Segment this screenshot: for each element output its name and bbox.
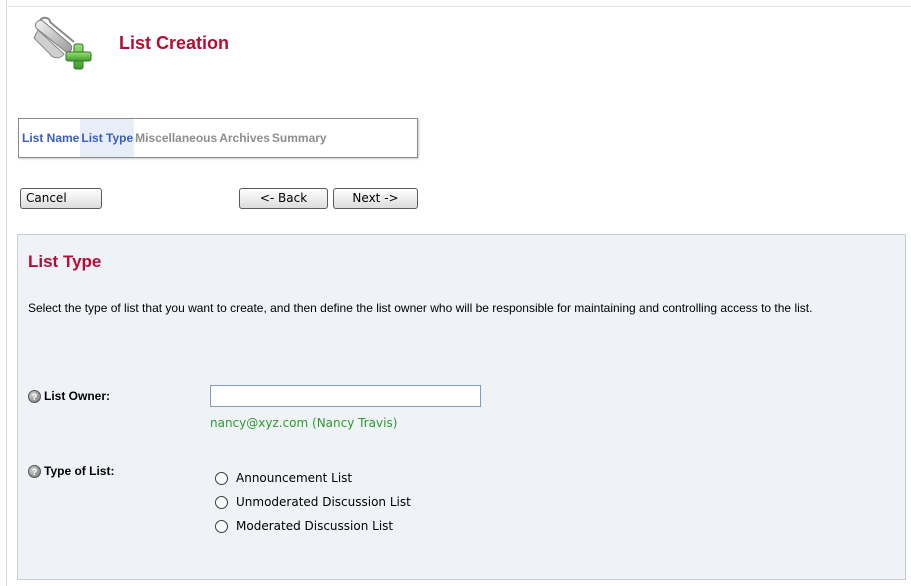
radio-label: Announcement List — [236, 471, 353, 485]
step-list-type[interactable]: List Type — [80, 119, 135, 157]
list-type-label: Type of List: — [44, 464, 115, 478]
list-owner-label-row: ? List Owner: — [28, 389, 111, 404]
panel-title: List Type — [28, 252, 102, 271]
step-miscellaneous[interactable]: Miscellaneous — [134, 119, 218, 157]
list-owner-hint: nancy@xyz.com (Nancy Travis) — [210, 416, 398, 430]
list-owner-input[interactable] — [210, 385, 481, 407]
panel-description: Select the type of list that you want to… — [28, 301, 813, 315]
help-icon[interactable]: ? — [28, 465, 41, 479]
step-list-name[interactable]: List Name — [21, 119, 80, 157]
radio-button[interactable] — [215, 519, 228, 533]
top-divider — [6, 6, 911, 7]
radio-label: Moderated Discussion List — [236, 519, 394, 533]
radio-button[interactable] — [215, 471, 228, 485]
help-icon[interactable]: ? — [28, 390, 41, 404]
radio-unmoderated-discussion-list[interactable]: Unmoderated Discussion List — [215, 490, 411, 514]
list-type-panel: List Type Select the type of list that y… — [17, 234, 906, 580]
list-creation-page: List Creation List Name List Type Miscel… — [0, 0, 911, 586]
list-type-label-row: ? Type of List: — [28, 464, 115, 479]
page-title: List Creation — [119, 33, 230, 53]
next-button[interactable]: Next -> — [333, 188, 418, 209]
list-owner-label: List Owner: — [44, 389, 111, 403]
radio-announcement-list[interactable]: Announcement List — [215, 466, 411, 490]
radio-label: Unmoderated Discussion List — [236, 495, 411, 509]
list-type-radio-group: Announcement List Unmoderated Discussion… — [215, 466, 411, 538]
back-button[interactable]: <- Back — [239, 188, 328, 209]
radio-moderated-discussion-list[interactable]: Moderated Discussion List — [215, 514, 411, 538]
left-divider — [6, 0, 7, 586]
step-summary[interactable]: Summary — [271, 119, 328, 157]
radio-button[interactable] — [215, 495, 228, 509]
scroll-add-icon — [33, 16, 92, 70]
cancel-button[interactable]: Cancel — [20, 188, 102, 209]
wizard-steps: List Name List Type Miscellaneous Archiv… — [18, 118, 418, 158]
step-archives[interactable]: Archives — [218, 119, 271, 157]
